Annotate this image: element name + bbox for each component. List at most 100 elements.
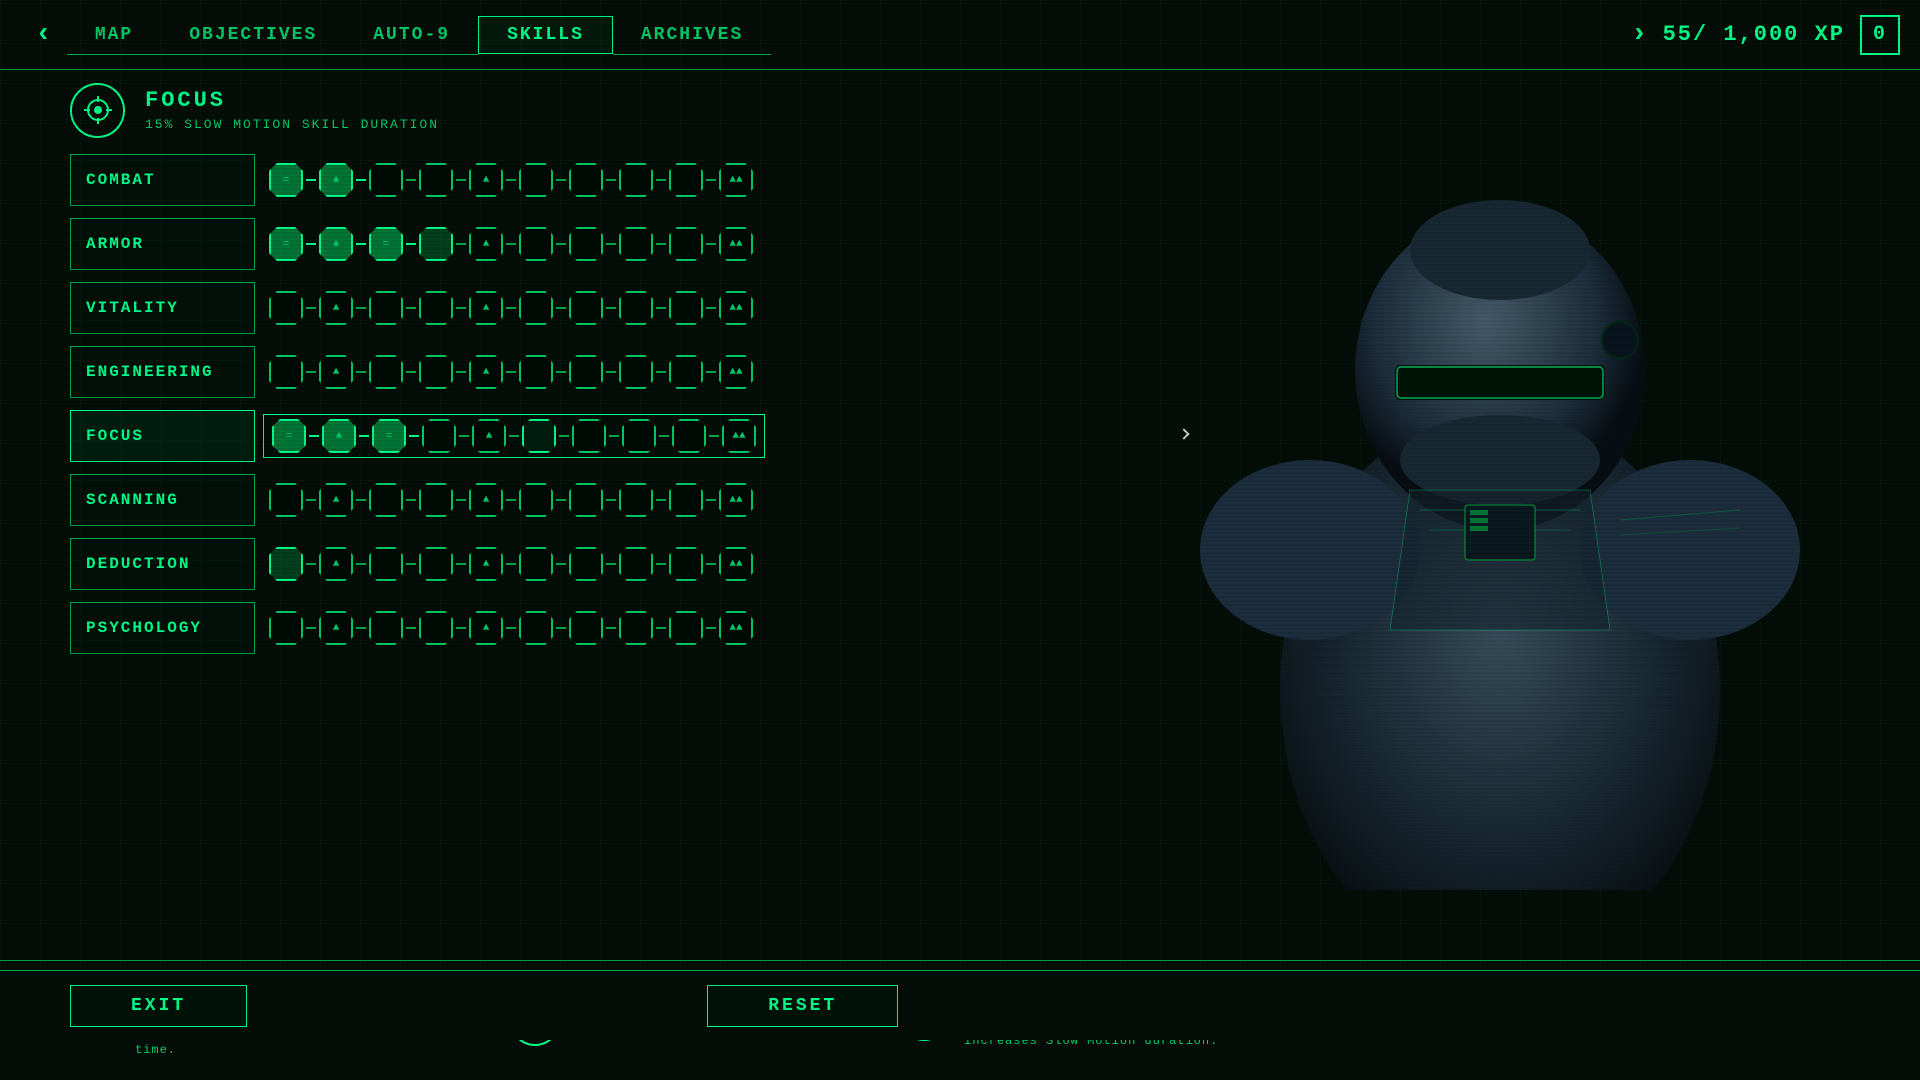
connector — [356, 627, 366, 629]
node[interactable]: ▲ — [319, 611, 353, 645]
skill-label-combat: COMBAT — [70, 154, 255, 206]
node[interactable]: ▲ — [469, 547, 503, 581]
nav-prev-arrow[interactable]: ‹ — [20, 19, 67, 50]
node[interactable] — [369, 355, 403, 389]
skill-row-combat[interactable]: COMBAT = ▲ ▲ — [70, 150, 750, 210]
nav-next-arrow[interactable]: › — [1616, 19, 1663, 50]
tab-objectives[interactable]: OBJECTIVES — [161, 17, 345, 53]
tab-archives[interactable]: ARCHIVES — [613, 17, 771, 53]
node[interactable]: ▲ — [469, 483, 503, 517]
node[interactable] — [269, 547, 303, 581]
node[interactable] — [369, 163, 403, 197]
node[interactable] — [369, 611, 403, 645]
node[interactable] — [419, 547, 453, 581]
node[interactable] — [669, 163, 703, 197]
node[interactable] — [569, 227, 603, 261]
node[interactable]: ▲▲ — [719, 227, 753, 261]
node[interactable] — [669, 611, 703, 645]
node[interactable] — [569, 483, 603, 517]
node[interactable] — [669, 227, 703, 261]
node[interactable] — [269, 611, 303, 645]
tab-map[interactable]: MAP — [67, 17, 161, 53]
node[interactable]: ▲ — [319, 355, 353, 389]
skill-row-vitality[interactable]: VITALITY ▲ ▲ — [70, 278, 750, 338]
node[interactable] — [519, 483, 553, 517]
node[interactable]: = — [372, 419, 406, 453]
node[interactable]: ▲▲ — [719, 163, 753, 197]
node[interactable] — [619, 611, 653, 645]
node[interactable] — [419, 355, 453, 389]
node[interactable] — [369, 291, 403, 325]
node[interactable] — [269, 291, 303, 325]
reset-button[interactable]: RESET — [707, 985, 898, 1027]
node[interactable] — [619, 483, 653, 517]
node[interactable]: ▲▲ — [719, 611, 753, 645]
node[interactable] — [569, 291, 603, 325]
node[interactable] — [519, 291, 553, 325]
node[interactable]: = — [269, 227, 303, 261]
skill-row-deduction[interactable]: DEDUCTION ▲ ▲ — [70, 534, 750, 594]
node[interactable]: ▲ — [469, 291, 503, 325]
node[interactable] — [569, 611, 603, 645]
exit-button[interactable]: EXIT — [70, 985, 247, 1027]
node[interactable] — [669, 355, 703, 389]
node[interactable] — [419, 163, 453, 197]
node[interactable] — [619, 227, 653, 261]
node[interactable]: ▲ — [469, 611, 503, 645]
node[interactable]: ▲ — [472, 419, 506, 453]
node[interactable] — [369, 547, 403, 581]
node[interactable]: ▲ — [322, 419, 356, 453]
node[interactable] — [419, 611, 453, 645]
node[interactable]: ▲ — [319, 227, 353, 261]
node[interactable]: = — [272, 419, 306, 453]
node[interactable] — [672, 419, 706, 453]
skill-row-engineering[interactable]: ENGINEERING ▲ ▲ — [70, 342, 750, 402]
node[interactable] — [519, 163, 553, 197]
node[interactable]: ▲ — [469, 355, 503, 389]
skill-row-scanning[interactable]: SCANNING ▲ ▲ — [70, 470, 750, 530]
tab-skills[interactable]: SKILLS — [478, 16, 613, 54]
node[interactable] — [419, 227, 453, 261]
node[interactable] — [669, 547, 703, 581]
node[interactable] — [419, 291, 453, 325]
node[interactable] — [269, 483, 303, 517]
node[interactable]: ▲ — [469, 227, 503, 261]
node[interactable] — [519, 611, 553, 645]
node-selected[interactable] — [522, 419, 556, 453]
node[interactable]: ▲▲ — [719, 355, 753, 389]
node[interactable]: ▲▲ — [719, 291, 753, 325]
node[interactable]: ▲ — [319, 291, 353, 325]
node[interactable]: ▲▲ — [719, 547, 753, 581]
connector — [456, 179, 466, 181]
tab-auto9[interactable]: AUTO-9 — [345, 17, 478, 53]
node[interactable] — [519, 547, 553, 581]
node[interactable] — [669, 483, 703, 517]
node[interactable]: = — [269, 163, 303, 197]
skill-row-focus[interactable]: FOCUS = ▲ = ▲ — [70, 406, 750, 466]
node[interactable] — [619, 291, 653, 325]
node[interactable] — [569, 355, 603, 389]
node[interactable] — [519, 227, 553, 261]
node[interactable] — [619, 355, 653, 389]
connector — [709, 435, 719, 437]
skill-row-psychology[interactable]: PSYCHOLOGY ▲ ▲ — [70, 598, 750, 658]
node[interactable] — [269, 355, 303, 389]
node[interactable]: ▲ — [319, 163, 353, 197]
skill-row-armor[interactable]: ARMOR = ▲ = ▲ — [70, 214, 750, 274]
node[interactable]: ▲ — [469, 163, 503, 197]
node[interactable] — [569, 547, 603, 581]
node[interactable] — [519, 355, 553, 389]
node[interactable]: ▲ — [319, 483, 353, 517]
node[interactable] — [422, 419, 456, 453]
node[interactable] — [669, 291, 703, 325]
node[interactable]: = — [369, 227, 403, 261]
node[interactable] — [619, 163, 653, 197]
node[interactable]: ▲▲ — [719, 483, 753, 517]
node[interactable] — [622, 419, 656, 453]
node[interactable]: ▲ — [319, 547, 353, 581]
node[interactable] — [569, 163, 603, 197]
node[interactable] — [419, 483, 453, 517]
node[interactable] — [619, 547, 653, 581]
node[interactable] — [369, 483, 403, 517]
node[interactable] — [572, 419, 606, 453]
